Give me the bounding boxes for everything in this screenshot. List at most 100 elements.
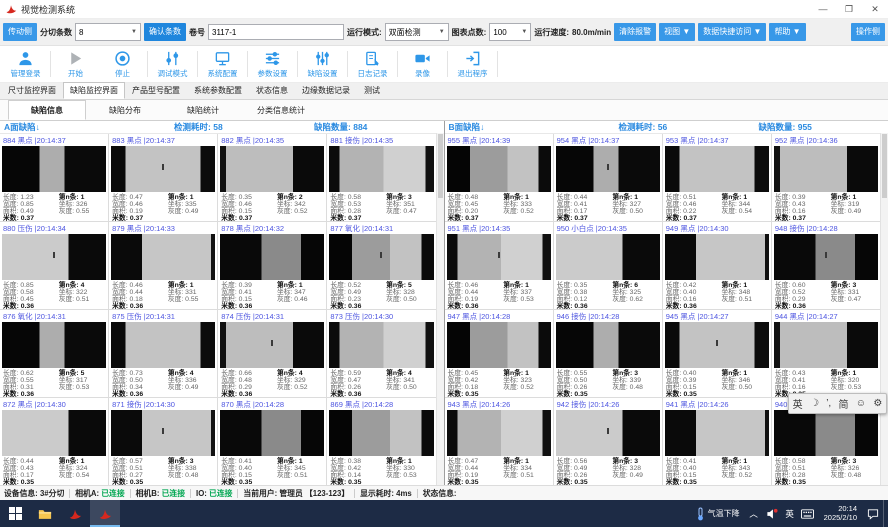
- panel-b-scrollbar[interactable]: [880, 133, 888, 485]
- defect-thumbnail[interactable]: [111, 234, 215, 280]
- tab-system-params-config[interactable]: 系统参数配置: [187, 82, 249, 99]
- defect-cell[interactable]: 944 黑点 |20:14:27长度: 0.43宽度: 0.41面积: 0.16…: [772, 310, 881, 398]
- ime-settings-gear-icon[interactable]: ⚙: [873, 398, 882, 409]
- defect-cell[interactable]: 873 压伤 |20:14:30长度: 0.59宽度: 0.47面积: 0.26…: [327, 310, 436, 398]
- tab-status-info[interactable]: 状态信息: [249, 82, 295, 99]
- tab-test[interactable]: 测试: [357, 82, 387, 99]
- defect-thumbnail[interactable]: [2, 146, 106, 192]
- defect-cell[interactable]: 949 黑点 |20:14:30长度: 0.42宽度: 0.40面积: 0.16…: [663, 222, 772, 310]
- defect-thumbnail[interactable]: [329, 234, 433, 280]
- defect-cell[interactable]: 870 黑点 |20:14:28长度: 0.41宽度: 0.40面积: 0.15…: [218, 398, 327, 486]
- defect-cell[interactable]: 872 黑点 |20:14:30长度: 0.44宽度: 0.43面积: 0.17…: [0, 398, 109, 486]
- tray-volume-icon[interactable]: [764, 500, 780, 527]
- chart-points-select[interactable]: 100▼: [489, 23, 531, 41]
- defect-cell[interactable]: 950 小白点 |20:14:35长度: 0.35宽度: 0.38面积: 0.1…: [554, 222, 663, 310]
- defect-cell[interactable]: 945 黑点 |20:14:27长度: 0.40宽度: 0.39面积: 0.15…: [663, 310, 772, 398]
- defect-thumbnail[interactable]: [2, 322, 106, 368]
- exit-program-button[interactable]: 退出程序: [449, 47, 496, 81]
- stop-button[interactable]: 停止: [99, 47, 146, 81]
- subtab-class-info-statistics[interactable]: 分类信息统计: [242, 100, 320, 120]
- defect-thumbnail[interactable]: [2, 234, 106, 280]
- defect-cell[interactable]: 946 接伤 |20:14:28长度: 0.55宽度: 0.50面积: 0.26…: [554, 310, 663, 398]
- defect-cell[interactable]: 880 压伤 |20:14:34长度: 0.85宽度: 0.58面积: 0.45…: [0, 222, 109, 310]
- subtab-defect-statistics[interactable]: 缺陷统计: [164, 100, 242, 120]
- run-mode-select[interactable]: 双面检测▼: [385, 23, 449, 41]
- defect-thumbnail[interactable]: [556, 234, 660, 280]
- taskbar-clock[interactable]: 20:14 2025/2/10: [818, 505, 863, 522]
- defect-cell[interactable]: 948 接伤 |20:14:28长度: 0.60宽度: 0.52面积: 0.29…: [772, 222, 881, 310]
- defect-cell[interactable]: 883 黑点 |20:14:37长度: 0.47宽度: 0.46面积: 0.19…: [109, 134, 218, 222]
- defect-thumbnail[interactable]: [556, 146, 660, 192]
- defect-thumbnail[interactable]: [447, 234, 551, 280]
- show-desktop-button[interactable]: [883, 500, 888, 527]
- tab-defect-monitor[interactable]: 缺陷监控界面: [63, 82, 125, 99]
- scrollbar-thumb[interactable]: [438, 134, 443, 198]
- start-button[interactable]: 开始: [52, 47, 99, 81]
- clear-alarm-button[interactable]: 清除报警: [614, 23, 656, 41]
- slit-count-select[interactable]: 8▼: [75, 23, 141, 41]
- defect-cell[interactable]: 877 氧化 |20:14:31长度: 0.52宽度: 0.49面积: 0.23…: [327, 222, 436, 310]
- defect-cell[interactable]: 882 黑点 |20:14:35长度: 0.35宽度: 0.46面积: 0.15…: [218, 134, 327, 222]
- file-explorer-button[interactable]: [30, 500, 60, 527]
- roll-number-input[interactable]: [208, 24, 344, 40]
- defect-thumbnail[interactable]: [329, 322, 433, 368]
- panel-a-title[interactable]: A面缺陷↓: [0, 121, 174, 133]
- defect-cell[interactable]: 942 接伤 |20:14:26长度: 0.56宽度: 0.49面积: 0.26…: [554, 398, 663, 486]
- defect-cell[interactable]: 881 接伤 |20:14:35长度: 0.58宽度: 0.53面积: 0.28…: [327, 134, 436, 222]
- admin-login-button[interactable]: 管理登录: [2, 47, 49, 81]
- defect-cell[interactable]: 947 黑点 |20:14:28长度: 0.45宽度: 0.42面积: 0.18…: [445, 310, 554, 398]
- drive-side-button[interactable]: 传动侧: [3, 23, 37, 41]
- defect-cell[interactable]: 878 黑点 |20:14:32长度: 0.39宽度: 0.41面积: 0.15…: [218, 222, 327, 310]
- panel-a-scrollbar[interactable]: [436, 133, 444, 485]
- help-menu-button[interactable]: 帮助 ▼: [769, 23, 805, 41]
- defect-cell[interactable]: 952 黑点 |20:14:36长度: 0.39宽度: 0.43面积: 0.16…: [772, 134, 881, 222]
- ime-emoji-icon[interactable]: ☺: [856, 398, 866, 409]
- defect-cell[interactable]: 943 黑点 |20:14:26长度: 0.47宽度: 0.44面积: 0.19…: [445, 398, 554, 486]
- minimize-button[interactable]: —: [810, 1, 836, 18]
- defect-cell[interactable]: 871 接伤 |20:14:30长度: 0.57宽度: 0.51面积: 0.27…: [109, 398, 218, 486]
- defect-thumbnail[interactable]: [111, 146, 215, 192]
- defect-cell[interactable]: 955 黑点 |20:14:39长度: 0.48宽度: 0.45面积: 0.20…: [445, 134, 554, 222]
- defect-thumbnail[interactable]: [556, 410, 660, 456]
- weather-widget[interactable]: 气温下降: [690, 507, 746, 521]
- defect-thumbnail[interactable]: [774, 410, 878, 456]
- defect-cell[interactable]: 876 氧化 |20:14:31长度: 0.62宽度: 0.55面积: 0.31…: [0, 310, 109, 398]
- ime-simplified-toggle[interactable]: 简: [839, 396, 849, 411]
- defect-thumbnail[interactable]: [329, 146, 433, 192]
- subtab-defect-distribution[interactable]: 缺陷分布: [86, 100, 164, 120]
- inspection-app-button[interactable]: [60, 500, 90, 527]
- system-config-button[interactable]: 系统配置: [199, 47, 246, 81]
- defect-thumbnail[interactable]: [447, 410, 551, 456]
- defect-thumbnail[interactable]: [665, 410, 769, 456]
- tray-keyboard-icon[interactable]: [800, 500, 816, 527]
- defect-thumbnail[interactable]: [774, 322, 878, 368]
- params-settings-button[interactable]: 参数设置: [249, 47, 296, 81]
- defect-cell[interactable]: 953 黑点 |20:14:37长度: 0.51宽度: 0.46面积: 0.22…: [663, 134, 772, 222]
- scrollbar-thumb[interactable]: [882, 134, 887, 198]
- defect-thumbnail[interactable]: [556, 322, 660, 368]
- tab-product-model-config[interactable]: 产品型号配置: [125, 82, 187, 99]
- tab-edge-data-record[interactable]: 边缘数据记录: [295, 82, 357, 99]
- defect-thumbnail[interactable]: [111, 410, 215, 456]
- defect-thumbnail[interactable]: [111, 322, 215, 368]
- ime-english-toggle[interactable]: 英: [793, 396, 803, 411]
- view-menu-button[interactable]: 视图 ▼: [659, 23, 695, 41]
- defect-thumbnail[interactable]: [220, 322, 324, 368]
- defect-settings-button[interactable]: 缺陷设置: [299, 47, 346, 81]
- action-center-icon[interactable]: [865, 500, 881, 527]
- tray-ime-indicator[interactable]: 英: [782, 500, 798, 527]
- defect-cell[interactable]: 954 黑点 |20:14:37长度: 0.44宽度: 0.41面积: 0.17…: [554, 134, 663, 222]
- defect-thumbnail[interactable]: [447, 322, 551, 368]
- close-button[interactable]: ✕: [862, 1, 888, 18]
- defect-thumbnail[interactable]: [220, 410, 324, 456]
- panel-b-title[interactable]: B面缺陷↓: [445, 121, 619, 133]
- defect-thumbnail[interactable]: [2, 410, 106, 456]
- tab-size-monitor[interactable]: 尺寸监控界面: [1, 82, 63, 99]
- ime-night-mode-icon[interactable]: ☽: [810, 398, 819, 409]
- defect-thumbnail[interactable]: [774, 146, 878, 192]
- maximize-button[interactable]: ❐: [836, 1, 862, 18]
- data-quick-access-menu-button[interactable]: 数据快捷访问 ▼: [698, 23, 766, 41]
- record-video-button[interactable]: 录像: [399, 47, 446, 81]
- defect-cell[interactable]: 875 压伤 |20:14:31长度: 0.73宽度: 0.50面积: 0.34…: [109, 310, 218, 398]
- inspection-app-button-active[interactable]: [90, 500, 120, 527]
